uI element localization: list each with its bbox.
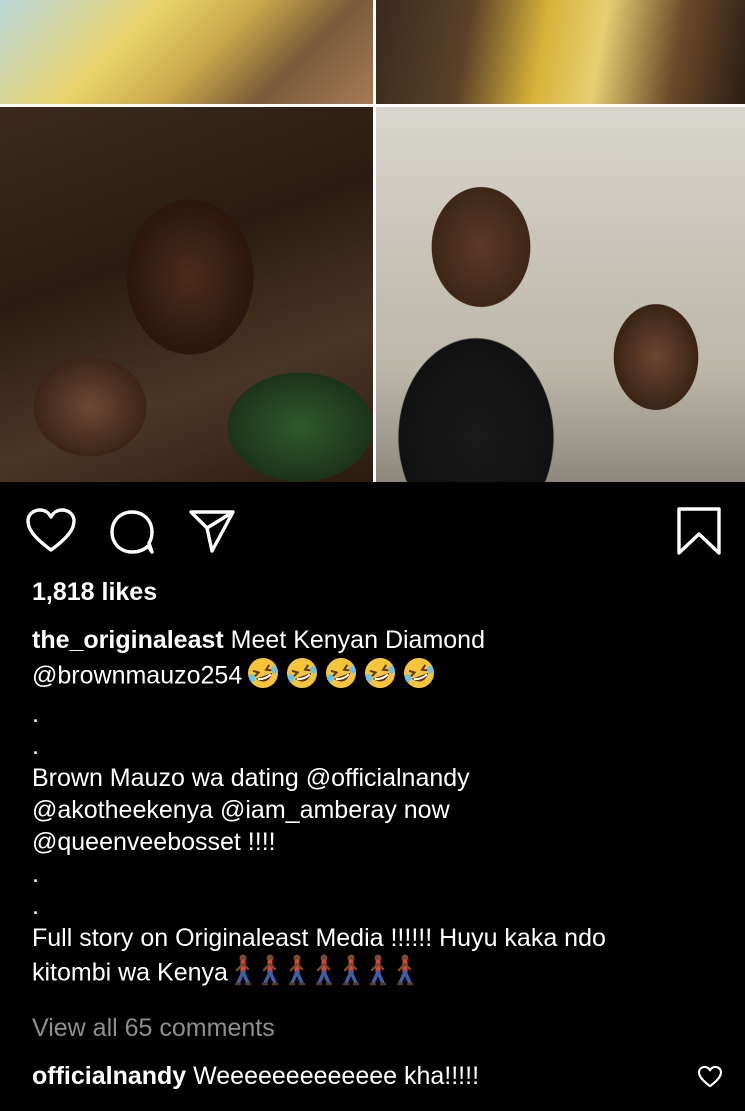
laughing-emoji	[285, 656, 319, 698]
caption-dot: .	[32, 892, 39, 920]
heart-icon[interactable]	[26, 508, 76, 554]
caption-username[interactable]: the_originaleast	[32, 626, 224, 654]
bookmark-icon[interactable]	[676, 506, 722, 556]
caption-line-5: @queenveebosset !!!!	[32, 828, 276, 856]
view-all-comments-link[interactable]: View all 65 comments	[32, 1014, 275, 1043]
collage-photo-bottom-left	[0, 107, 373, 482]
walking-person-emoji	[232, 954, 254, 994]
walking-emoji-row	[232, 954, 421, 994]
caption-line-6: Full story on Originaleast Media !!!!!! …	[32, 924, 606, 952]
collage-divider-vertical	[373, 0, 376, 482]
comment-username[interactable]: officialnandy	[32, 1062, 186, 1090]
walking-person-emoji	[340, 954, 362, 994]
caption-text-7: kitombi wa Kenya	[32, 958, 228, 987]
laughing-emoji	[363, 656, 397, 698]
comment-like-heart-icon[interactable]	[698, 1066, 722, 1088]
caption-mention-brownmauzo[interactable]: @brownmauzo254	[32, 662, 242, 690]
caption-line-4: @akotheekenya @iam_amberay now	[32, 796, 450, 824]
caption-line-2: @brownmauzo254	[32, 656, 732, 698]
caption-line-3: Brown Mauzo wa dating @officialnandy	[32, 764, 470, 792]
caption-dot: .	[32, 700, 39, 728]
caption-line-7: kitombi wa Kenya	[32, 954, 732, 994]
collage-photo-top-right	[376, 0, 745, 104]
laughing-emoji	[402, 656, 436, 698]
post-action-bar	[0, 500, 745, 560]
comment-icon[interactable]	[108, 508, 156, 556]
comment-row: officialnandy Weeeeeeeeeeeee kha!!!!!	[32, 1062, 712, 1091]
post-photo-collage[interactable]	[0, 0, 745, 482]
collage-divider-horizontal	[0, 104, 745, 107]
laughing-emoji	[324, 656, 358, 698]
caption-dot: .	[32, 732, 39, 760]
caption-text-1: Meet Kenyan Diamond	[223, 626, 485, 654]
laughing-emoji	[246, 656, 280, 698]
collage-photo-bottom-right	[376, 107, 745, 482]
likes-count[interactable]: 1,818 likes	[32, 578, 157, 607]
comment-text: Weeeeeeeeeeeee kha!!!!!	[186, 1062, 480, 1090]
caption-line-1: the_originaleast Meet Kenyan Diamond	[32, 624, 732, 656]
walking-person-emoji	[394, 954, 416, 994]
walking-person-emoji	[313, 954, 335, 994]
walking-person-emoji	[259, 954, 281, 994]
walking-person-emoji	[367, 954, 389, 994]
caption-dot: .	[32, 860, 39, 888]
post-caption: the_originaleast Meet Kenyan Diamond @br…	[32, 624, 732, 994]
walking-person-emoji	[286, 954, 308, 994]
collage-photo-top-left	[0, 0, 373, 104]
share-icon[interactable]	[188, 506, 236, 554]
laughing-emoji-row	[246, 656, 441, 698]
